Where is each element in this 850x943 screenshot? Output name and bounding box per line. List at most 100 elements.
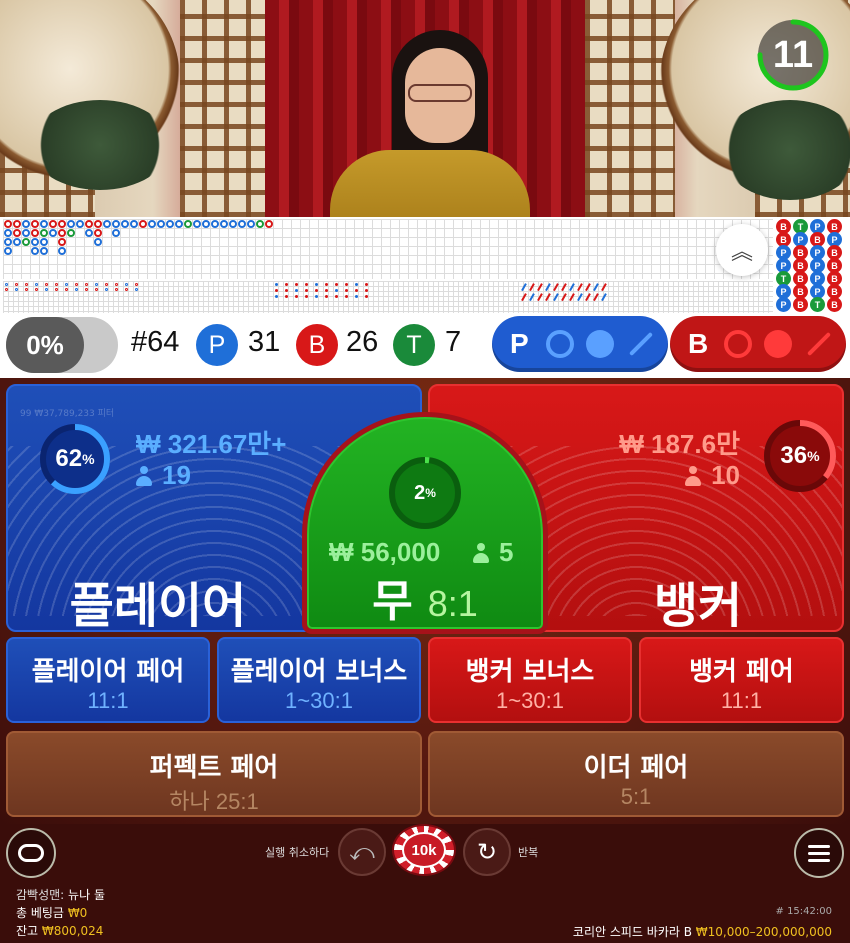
small-road-mark xyxy=(365,289,368,292)
percent-toggle[interactable]: 0% xyxy=(6,317,118,373)
banker-bet-amount: ₩ 187.6만 xyxy=(619,429,740,459)
balance-row: 잔고 ₩800,024 xyxy=(16,922,103,939)
total-bet-value: ₩0 xyxy=(67,906,88,920)
small-road-mark xyxy=(285,295,288,298)
player-title: 플레이어 xyxy=(69,578,247,632)
tie-bet-amount: ₩ 56,000 xyxy=(329,537,441,567)
small-road-mark xyxy=(355,289,358,292)
big-road-mark xyxy=(219,219,228,228)
player-bettors: 19 xyxy=(136,460,191,491)
small-road-mark xyxy=(365,283,368,286)
menu-button[interactable] xyxy=(794,828,844,878)
cockroach-slash-icon xyxy=(628,331,654,357)
dealer-glasses xyxy=(408,84,472,102)
big-road-mark xyxy=(57,246,66,255)
small-road-mark xyxy=(275,283,278,286)
cockroach-road-mark xyxy=(569,283,575,291)
big-road-mark xyxy=(111,219,120,228)
derived-road-mark xyxy=(25,283,28,286)
cockroach-road-mark xyxy=(545,293,551,301)
tie-title: 무 xyxy=(372,576,413,627)
user-icon xyxy=(136,465,152,486)
big-road-grid xyxy=(3,219,773,279)
dealer-body xyxy=(330,150,530,217)
derived-road-mark xyxy=(115,283,118,286)
big-road-mark xyxy=(93,228,102,237)
chip-selector[interactable]: 10k xyxy=(392,824,456,876)
cockroach-road-mark xyxy=(561,293,567,301)
perfect-pair-bet[interactable]: 퍼펙트 페어 하나 25:1 xyxy=(6,731,422,817)
player-ask-button[interactable]: P xyxy=(492,316,668,372)
chat-button[interactable] xyxy=(6,828,56,878)
banker-ask-button[interactable]: B xyxy=(670,316,846,372)
derived-road-mark xyxy=(55,283,58,286)
cockroach-road-mark xyxy=(593,293,599,301)
player-pair-label: 플레이어 페어 xyxy=(31,657,185,687)
banker-ask-label: B xyxy=(688,328,709,359)
lattice-left-inner xyxy=(180,0,270,217)
derived-road-mark xyxy=(65,288,68,291)
player-bonus-label: 플레이어 보너스 xyxy=(230,657,408,687)
small-road-mark xyxy=(295,289,298,292)
derived-road-mark xyxy=(135,283,138,286)
player-bonus-odds: 1~30:1 xyxy=(285,688,353,713)
tie-count-badge: T xyxy=(393,324,435,366)
big-road-mark xyxy=(237,219,246,228)
banker-pair-bet[interactable]: 뱅커 페어 11:1 xyxy=(639,637,844,723)
player-bonus-bet[interactable]: 플레이어 보너스 1~30:1 xyxy=(217,637,421,723)
banker-bonus-bet[interactable]: 뱅커 보너스 1~30:1 xyxy=(428,637,632,723)
small-road-mark xyxy=(335,289,338,292)
player-pair-bet[interactable]: 플레이어 페어 11:1 xyxy=(6,637,210,723)
cockroach-road-mark xyxy=(585,293,591,301)
bonsai-left xyxy=(30,100,170,190)
player-bettor-count: 19 xyxy=(162,460,191,490)
undo-button[interactable]: ⤺ xyxy=(338,828,386,876)
banker-bonus-odds: 1~30:1 xyxy=(496,688,564,713)
derived-road-mark xyxy=(115,288,118,291)
derived-road-mark xyxy=(45,283,48,286)
banker-bettors: 10 xyxy=(685,460,740,491)
derived-road-mark xyxy=(35,288,38,291)
derived-road-mark xyxy=(135,288,138,291)
small-road-mark xyxy=(325,283,328,286)
cockroach-road-mark xyxy=(521,283,527,291)
small-road-mark xyxy=(345,295,348,298)
either-pair-bet[interactable]: 이더 페어 5:1 xyxy=(428,731,844,817)
big-road-mark xyxy=(12,228,21,237)
small-road-mark xyxy=(335,283,338,286)
derived-road-mark xyxy=(85,288,88,291)
tie-bettor-count: 5 xyxy=(499,537,514,567)
player-percent: 62 xyxy=(55,445,83,472)
cockroach-road-mark xyxy=(521,293,527,301)
big-road-mark xyxy=(48,219,57,228)
bead-plate-road[interactable]: BTPBBPBPPBPBPBPBTBPBPBPBPBTB xyxy=(776,219,848,312)
repeat-label: 반복 xyxy=(518,846,539,859)
total-bet-row: 총 베팅금 ₩0 xyxy=(16,904,87,921)
big-road-mark xyxy=(102,219,111,228)
big-road-mark xyxy=(30,237,39,246)
big-eye-ring-icon xyxy=(724,330,752,358)
bead-plate-mark: T xyxy=(810,297,825,312)
big-road-mark xyxy=(21,237,30,246)
footer-info: 감빡성맨: 뉴나 둘 총 베팅금 ₩0 잔고 ₩800,024 # 15:42:… xyxy=(0,880,850,943)
derived-road-mark xyxy=(75,288,78,291)
derived-road-mark xyxy=(75,283,78,286)
small-road-mark xyxy=(355,295,358,298)
derived-road-mark xyxy=(125,283,128,286)
derived-road-mark xyxy=(105,288,108,291)
big-road-mark xyxy=(48,228,57,237)
cockroach-road-mark xyxy=(553,293,559,301)
big-road-mark xyxy=(75,219,84,228)
tie-count: 7 xyxy=(445,326,462,358)
big-road-mark xyxy=(39,228,48,237)
user-icon xyxy=(473,542,489,563)
cockroach-road-mark xyxy=(601,283,607,291)
stats-bar: 0% #64 P 31 B 26 T 7 P B xyxy=(0,314,850,378)
small-road-mark xyxy=(275,289,278,292)
cockroach-road-mark xyxy=(577,293,583,301)
small-road-mark xyxy=(335,295,338,298)
tie-percent-donut: 2% xyxy=(385,453,465,533)
repeat-button[interactable]: ↻ xyxy=(463,828,511,876)
big-road-mark xyxy=(39,219,48,228)
expand-roadmap-button[interactable]: ︽ xyxy=(716,224,768,276)
